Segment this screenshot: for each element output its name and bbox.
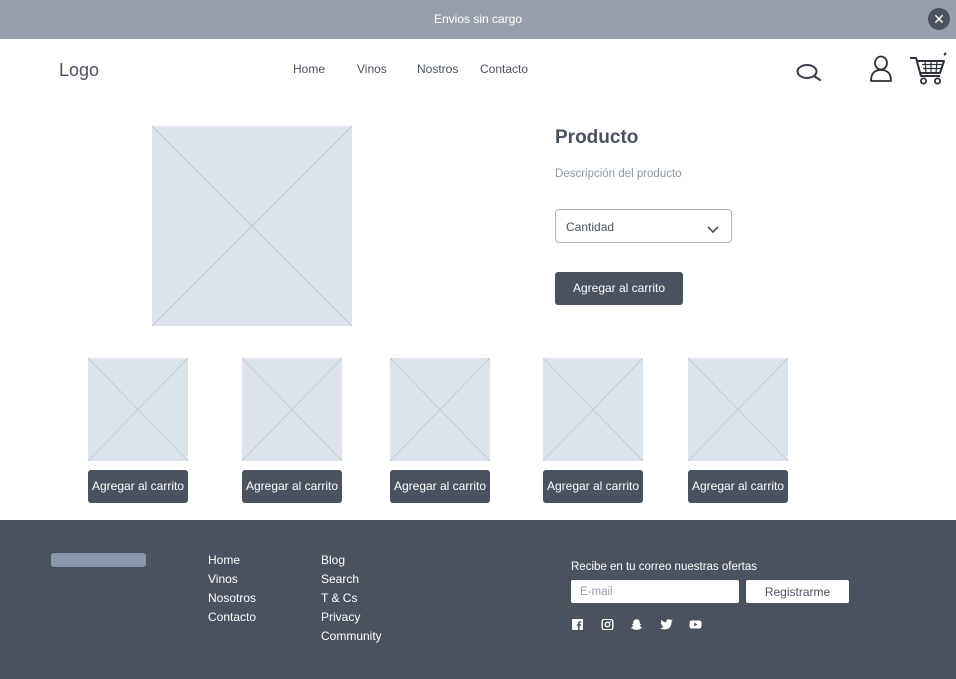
related-product-image[interactable] xyxy=(242,358,342,461)
product-title: Producto xyxy=(555,127,639,148)
related-product-image[interactable] xyxy=(688,358,788,461)
user-icon[interactable] xyxy=(869,55,893,83)
add-to-cart-button[interactable]: Agregar al carrito xyxy=(555,272,683,305)
related-product-image[interactable] xyxy=(88,358,188,461)
footer-link-nosotros[interactable]: Nosotros xyxy=(208,591,256,605)
facebook-icon[interactable] xyxy=(571,617,584,630)
footer-link-home[interactable]: Home xyxy=(208,553,240,567)
quantity-select[interactable]: Cantidad xyxy=(555,209,732,243)
snapchat-icon[interactable] xyxy=(630,617,643,630)
product-image xyxy=(152,126,352,326)
footer: Home Vinos Nosotros Contacto Blog Search… xyxy=(0,520,956,679)
register-button[interactable]: Registrarme xyxy=(746,580,849,603)
chevron-down-icon xyxy=(707,222,719,234)
nav-home[interactable]: Home xyxy=(293,62,325,76)
close-icon[interactable]: ✕ xyxy=(928,8,950,30)
youtube-icon[interactable] xyxy=(689,617,702,629)
logo[interactable]: Logo xyxy=(59,60,99,81)
related-add-to-cart-button[interactable]: Agregar al carrito xyxy=(88,470,188,503)
footer-link-community[interactable]: Community xyxy=(321,629,382,643)
related-product-image[interactable] xyxy=(543,358,643,461)
product-description: Descripción del producto xyxy=(555,168,682,180)
announcement-bar: Envios sin cargo ✕ xyxy=(0,0,956,39)
nav-contacto[interactable]: Contacto xyxy=(480,62,528,76)
instagram-icon[interactable] xyxy=(601,617,614,631)
cart-icon[interactable] xyxy=(909,52,947,86)
footer-logo[interactable] xyxy=(51,553,146,567)
footer-link-blog[interactable]: Blog xyxy=(321,553,345,567)
quantity-label: Cantidad xyxy=(566,220,615,234)
related-add-to-cart-button[interactable]: Agregar al carrito xyxy=(688,470,788,503)
related-add-to-cart-button[interactable]: Agregar al carrito xyxy=(390,470,490,503)
announcement-text: Envios sin cargo xyxy=(433,12,523,26)
newsletter-label: Recibe en tu correo nuestras ofertas xyxy=(571,561,758,573)
email-field[interactable] xyxy=(571,580,739,603)
footer-link-tcs[interactable]: T & Cs xyxy=(321,591,357,605)
twitter-icon[interactable] xyxy=(660,617,673,630)
footer-link-contacto[interactable]: Contacto xyxy=(208,610,256,624)
nav-nostros[interactable]: Nostros xyxy=(417,62,458,76)
footer-link-vinos[interactable]: Vinos xyxy=(208,572,238,586)
nav-vinos[interactable]: Vinos xyxy=(357,62,387,76)
search-icon[interactable] xyxy=(796,62,822,82)
related-product-image[interactable] xyxy=(390,358,490,461)
related-add-to-cart-button[interactable]: Agregar al carrito xyxy=(543,470,643,503)
related-add-to-cart-button[interactable]: Agregar al carrito xyxy=(242,470,342,503)
footer-link-search[interactable]: Search xyxy=(321,572,359,586)
footer-link-privacy[interactable]: Privacy xyxy=(321,610,360,624)
